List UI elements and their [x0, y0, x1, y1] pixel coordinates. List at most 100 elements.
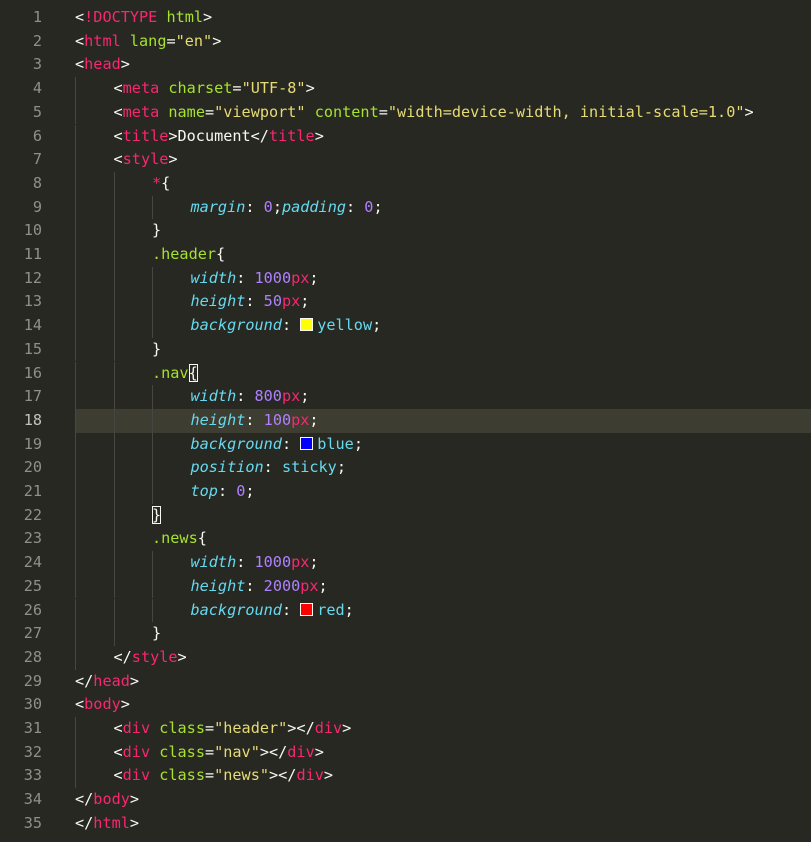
- code-line[interactable]: 15}: [0, 337, 811, 362]
- code-line-content[interactable]: margin: 0;padding: 0;: [75, 195, 811, 220]
- code-line[interactable]: 14 background: yellow;: [0, 314, 811, 338]
- code-text: </head>: [75, 670, 139, 694]
- code-line-content[interactable]: <meta charset="UTF-8">: [75, 77, 811, 101]
- code-line-content[interactable]: </head>: [75, 670, 811, 694]
- line-number: 4: [32, 79, 42, 98]
- code-line-content[interactable]: }: [75, 219, 811, 243]
- code-token: :: [236, 553, 255, 572]
- code-line[interactable]: 10}: [0, 219, 811, 243]
- code-line-content[interactable]: height: 2000px;: [75, 574, 811, 599]
- code-line[interactable]: 12 width: 1000px;: [0, 266, 811, 291]
- code-line[interactable]: 1 <!DOCTYPE html>: [0, 6, 811, 30]
- color-swatch-icon: [300, 318, 314, 332]
- code-line-content[interactable]: }: [75, 622, 811, 646]
- line-number: 34: [23, 790, 42, 809]
- code-text: width: 1000px;: [191, 551, 319, 575]
- code-line[interactable]: 28 </style>: [0, 645, 811, 670]
- code-line[interactable]: 20 position: sticky;: [0, 456, 811, 480]
- code-line-content[interactable]: <!DOCTYPE html>: [75, 6, 811, 30]
- code-line[interactable]: 19 background: blue;: [0, 432, 811, 457]
- code-line[interactable]: 24 width: 1000px;: [0, 551, 811, 575]
- code-line[interactable]: 23 .news{: [0, 527, 811, 552]
- code-line[interactable]: 29 </head>: [0, 670, 811, 694]
- code-line[interactable]: 26 background: red;: [0, 598, 811, 623]
- code-line-content[interactable]: }: [75, 337, 811, 362]
- code-line-content[interactable]: <div class="header"></div>: [75, 717, 811, 741]
- code-editor[interactable]: 1 <!DOCTYPE html> 2 <html lang="en"> 3 <head>…: [0, 0, 811, 842]
- matched-bracket: }: [152, 505, 162, 524]
- code-token: <: [113, 742, 123, 761]
- code-token: style: [122, 150, 169, 169]
- code-line[interactable]: 25 height: 2000px;: [0, 574, 811, 599]
- code-line-content[interactable]: </style>: [75, 645, 811, 670]
- code-line[interactable]: 11 .header{: [0, 243, 811, 267]
- code-line[interactable]: 6 <title>Document</title>: [0, 124, 811, 149]
- code-token: >: [129, 790, 140, 809]
- code-token: div: [296, 766, 324, 785]
- code-line[interactable]: 35 </html>: [0, 812, 811, 836]
- code-line[interactable]: 22}: [0, 503, 811, 528]
- code-token: width: [190, 387, 237, 406]
- indent-guide: [75, 432, 76, 457]
- line-number: 19: [23, 434, 42, 453]
- code-line-content[interactable]: width: 1000px;: [75, 266, 811, 291]
- code-line-content[interactable]: <title>Document</title>: [75, 124, 811, 149]
- code-line[interactable]: 31 <div class="header"></div>: [0, 717, 811, 741]
- code-line-content[interactable]: background: yellow;: [75, 314, 811, 338]
- code-token: =: [204, 102, 215, 121]
- code-token: >Document</: [168, 126, 269, 145]
- code-line-content[interactable]: position: sticky;: [75, 456, 811, 480]
- code-token: 1000: [254, 268, 292, 287]
- code-text: </body>: [75, 788, 139, 812]
- code-token: :: [236, 268, 255, 287]
- code-token: background: [190, 434, 282, 453]
- code-line[interactable]: 18 height: 100px;: [0, 408, 811, 433]
- code-line[interactable]: 2 <html lang="en">: [0, 30, 811, 54]
- code-line-content[interactable]: top: 0;: [75, 480, 811, 504]
- code-line[interactable]: 8 *{: [0, 171, 811, 196]
- code-line[interactable]: 16 .nav{: [0, 361, 811, 386]
- code-line[interactable]: 34 </body>: [0, 788, 811, 812]
- code-token: <: [113, 150, 123, 169]
- code-text: }: [152, 504, 162, 528]
- code-line-content[interactable]: background: red;: [75, 598, 811, 623]
- code-line-content[interactable]: </html>: [75, 812, 811, 836]
- code-token: >: [744, 102, 754, 121]
- code-line-content[interactable]: width: 800px;: [75, 385, 811, 409]
- code-line-content[interactable]: .header{: [75, 243, 811, 267]
- code-line[interactable]: 3 <head>: [0, 53, 811, 77]
- indent-guide: [75, 740, 76, 765]
- code-line-content[interactable]: <meta name="viewport" content="width=dev…: [75, 100, 811, 125]
- code-line[interactable]: 30 <body>: [0, 693, 811, 717]
- code-line-content[interactable]: <head>: [75, 53, 811, 77]
- code-line[interactable]: 32 <div class="nav"></div>: [0, 740, 811, 765]
- code-line-content[interactable]: width: 1000px;: [75, 551, 811, 575]
- code-line[interactable]: 5 <meta name="viewport" content="width=de…: [0, 100, 811, 125]
- code-line[interactable]: 17 width: 800px;: [0, 385, 811, 409]
- code-line-content[interactable]: <body>: [75, 693, 811, 717]
- code-line[interactable]: 9 margin: 0;padding: 0;: [0, 195, 811, 220]
- code-line[interactable]: 13 height: 50px;: [0, 290, 811, 315]
- code-line-content[interactable]: background: blue;: [75, 432, 811, 457]
- code-line-content[interactable]: </body>: [75, 788, 811, 812]
- line-number: 35: [23, 813, 42, 832]
- code-line[interactable]: 21 top: 0;: [0, 480, 811, 504]
- code-line-content[interactable]: .nav{: [75, 361, 811, 386]
- code-line-content[interactable]: height: 100px;: [75, 408, 811, 433]
- indent-guide: [113, 408, 115, 433]
- code-line[interactable]: 33 <div class="news"></div>: [0, 764, 811, 789]
- code-line-content[interactable]: <div class="nav"></div>: [75, 740, 811, 765]
- code-line[interactable]: 7 <style>: [0, 148, 811, 172]
- code-token: }: [152, 624, 162, 643]
- code-line-content[interactable]: .news{: [75, 527, 811, 552]
- code-line-content[interactable]: <div class="news"></div>: [75, 764, 811, 789]
- code-line-content[interactable]: *{: [75, 171, 811, 196]
- code-line-content[interactable]: <style>: [75, 148, 811, 172]
- code-line-content[interactable]: }: [75, 503, 811, 528]
- code-line-content[interactable]: <html lang="en">: [75, 30, 811, 54]
- code-line[interactable]: 27}: [0, 622, 811, 646]
- code-line[interactable]: 4 <meta charset="UTF-8">: [0, 77, 811, 101]
- code-token: *: [152, 173, 162, 192]
- code-line-content[interactable]: height: 50px;: [75, 290, 811, 315]
- code-token: class: [159, 742, 205, 761]
